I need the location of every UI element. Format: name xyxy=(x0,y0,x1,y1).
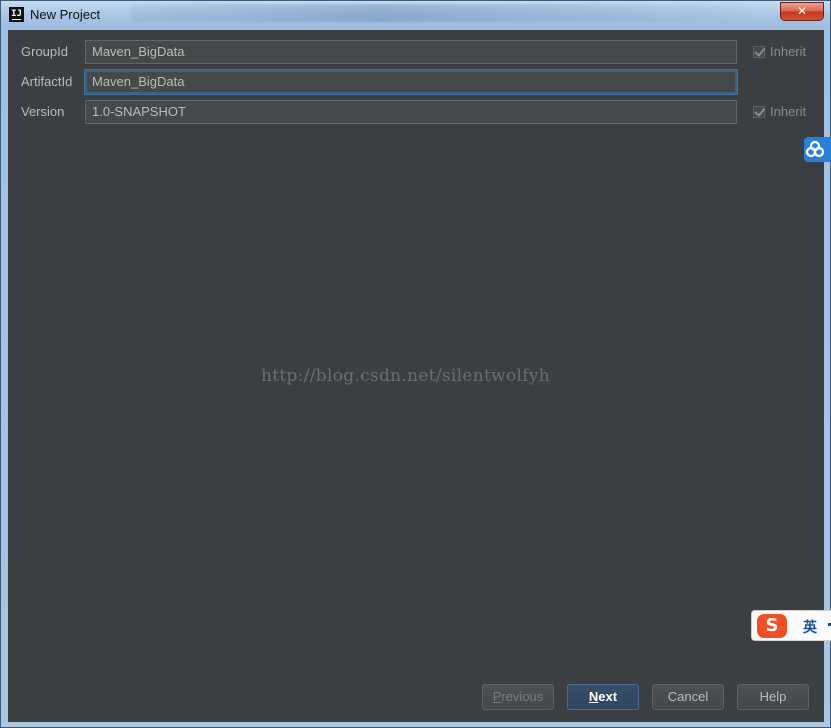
version-row: Version 1.0-SNAPSHOT Inherit xyxy=(8,100,824,124)
artifact-id-label: ArtifactId xyxy=(21,74,73,89)
checkbox-checked-icon xyxy=(753,106,765,118)
artifact-id-field[interactable]: Maven_BigData xyxy=(85,70,737,94)
help-button[interactable]: Help xyxy=(737,684,809,710)
version-label: Version xyxy=(21,104,65,119)
version-field[interactable]: 1.0-SNAPSHOT xyxy=(85,100,737,124)
group-id-label: GroupId xyxy=(21,44,68,59)
checkbox-checked-icon xyxy=(753,46,765,58)
new-project-window: IJ New Project ✕ GroupId Maven_BigData I… xyxy=(0,0,831,728)
watermark-text: http://blog.csdn.net/silentwolfyh xyxy=(261,366,550,386)
next-label: ext xyxy=(598,689,618,704)
input-method-toolbar[interactable]: S 英 xyxy=(751,610,831,641)
previous-label: revious xyxy=(501,689,544,704)
dialog-content: GroupId Maven_BigData Inherit ArtifactId… xyxy=(8,30,824,722)
cloud-icon xyxy=(805,140,825,158)
sogou-logo-icon: S xyxy=(757,614,787,638)
ime-language-mode[interactable]: 英 xyxy=(803,617,817,637)
version-inherit-checkbox[interactable]: Inherit xyxy=(753,104,806,120)
group-id-inherit-checkbox[interactable]: Inherit xyxy=(753,44,806,60)
cancel-button[interactable]: Cancel xyxy=(652,684,724,710)
close-button[interactable]: ✕ xyxy=(780,2,824,21)
window-title: New Project xyxy=(30,7,101,22)
next-button[interactable]: Next xyxy=(567,684,639,710)
previous-button[interactable]: Previous xyxy=(482,684,554,710)
next-mnemonic: N xyxy=(588,689,599,704)
group-id-row: GroupId Maven_BigData Inherit xyxy=(8,40,824,64)
title-bar: IJ New Project ✕ xyxy=(1,1,830,29)
intellij-app-icon: IJ xyxy=(9,7,24,22)
cloud-sync-widget[interactable] xyxy=(804,137,831,162)
inherit-label: Inherit xyxy=(770,104,807,119)
artifact-id-row: ArtifactId Maven_BigData xyxy=(8,70,824,94)
group-id-field[interactable]: Maven_BigData xyxy=(85,40,737,64)
inherit-label: Inherit xyxy=(770,44,807,59)
title-bar-background xyxy=(131,4,751,22)
